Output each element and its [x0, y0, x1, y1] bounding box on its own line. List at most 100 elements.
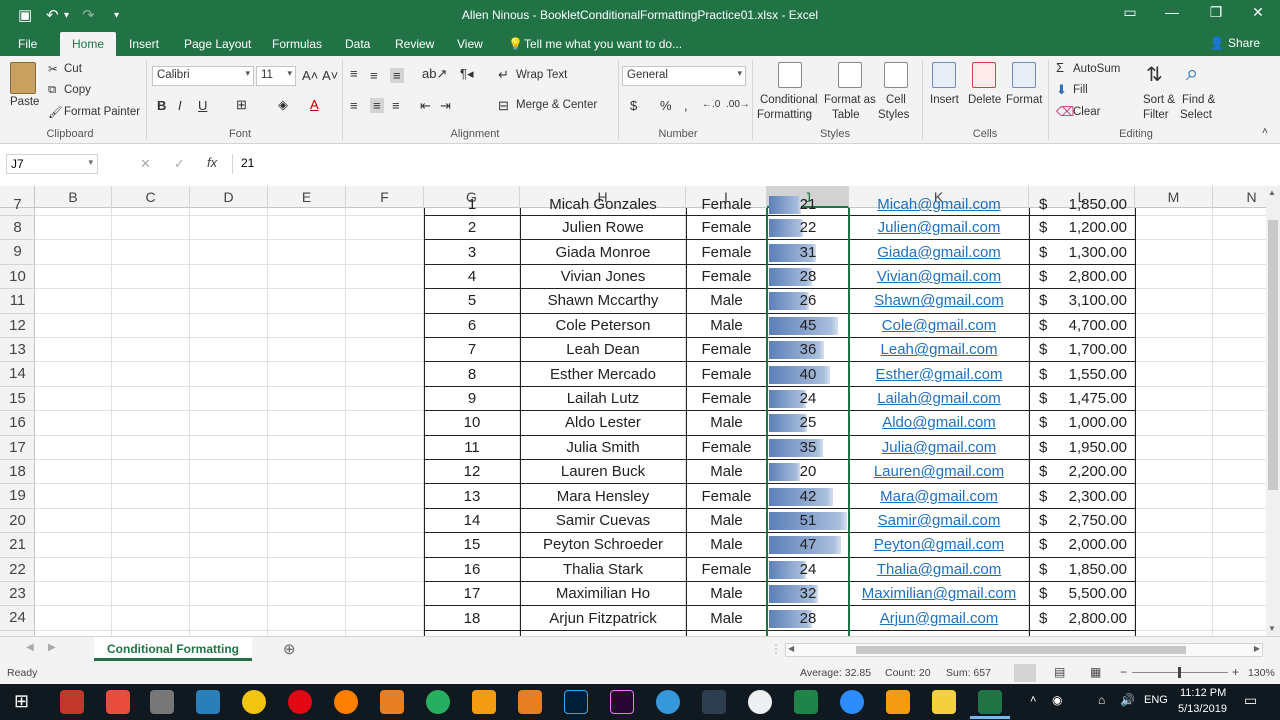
- cell-number[interactable]: 1: [424, 195, 520, 215]
- row-header[interactable]: 12: [0, 314, 35, 338]
- cell-email-link[interactable]: Leah@gmail.com: [849, 340, 1029, 360]
- cell-gender[interactable]: Male: [686, 511, 767, 531]
- font-name-select[interactable]: Calibri ▾: [152, 66, 254, 86]
- paste-icon[interactable]: [10, 62, 36, 94]
- restore-icon[interactable]: ❐: [1196, 4, 1236, 21]
- align-left-icon[interactable]: ≡: [350, 98, 358, 113]
- cell-email-link[interactable]: Lauren@gmail.com: [849, 462, 1029, 482]
- row-header[interactable]: 10: [0, 265, 35, 290]
- cell-name[interactable]: Samir Cuevas: [520, 511, 686, 531]
- percent-style-icon[interactable]: %: [660, 98, 672, 113]
- network-icon[interactable]: ⌂: [1098, 693, 1105, 707]
- clear-button[interactable]: Clear: [1073, 106, 1100, 118]
- taskbar-time[interactable]: 11:12 PM: [1180, 687, 1226, 699]
- sheet-tab-conditional-formatting[interactable]: Conditional Formatting: [94, 637, 252, 661]
- cell-name[interactable]: Shawn Mccarthy: [520, 291, 686, 311]
- align-center-icon[interactable]: ≡: [370, 98, 384, 113]
- horizontal-scrollbar[interactable]: ◀ ▶: [785, 643, 1263, 657]
- taskbar-app-icon[interactable]: [60, 690, 84, 714]
- taskbar-app-icon[interactable]: [518, 690, 542, 714]
- cell-name[interactable]: Thalia Stark: [520, 560, 686, 580]
- cell-name[interactable]: Julien Rowe: [520, 218, 686, 238]
- cell-gender[interactable]: Female: [686, 389, 767, 409]
- borders-icon[interactable]: ⊞: [236, 97, 247, 113]
- row-header[interactable]: 24: [0, 606, 35, 631]
- prev-sheet-icon[interactable]: ◀: [26, 642, 34, 653]
- bold-icon[interactable]: B: [157, 98, 166, 113]
- zoom-slider-thumb[interactable]: [1178, 667, 1181, 678]
- cell-amount[interactable]: 2,200.00: [1029, 462, 1127, 482]
- cell-gender[interactable]: Female: [686, 243, 767, 263]
- utorrent-icon[interactable]: [426, 690, 450, 714]
- calculator-icon[interactable]: [150, 690, 174, 714]
- taskbar-app-icon[interactable]: [886, 690, 910, 714]
- column-header-c[interactable]: C: [112, 186, 190, 208]
- row-header[interactable]: 9: [0, 240, 35, 265]
- top-align-icon[interactable]: ≡: [350, 66, 358, 81]
- row-header[interactable]: 19: [0, 484, 35, 509]
- cell-amount[interactable]: 5,500.00: [1029, 584, 1127, 604]
- column-header-d[interactable]: D: [190, 186, 268, 208]
- cell-name[interactable]: Peyton Schroeder: [520, 535, 686, 555]
- cell-number[interactable]: 2: [424, 218, 520, 238]
- cell-email-link[interactable]: Thalia@gmail.com: [849, 560, 1029, 580]
- vertical-scroll-thumb[interactable]: [1268, 220, 1278, 490]
- cell-email-link[interactable]: Shawn@gmail.com: [849, 291, 1029, 311]
- tab-data[interactable]: Data: [345, 37, 370, 51]
- find-select-label2[interactable]: Select: [1180, 109, 1212, 121]
- cell-amount[interactable]: 2,300.00: [1029, 487, 1127, 507]
- fill-color-icon[interactable]: ◈: [278, 97, 288, 113]
- cell-name[interactable]: Lauren Buck: [520, 462, 686, 482]
- cell-email-link[interactable]: Cole@gmail.com: [849, 316, 1029, 336]
- taskbar-app-icon[interactable]: [656, 690, 680, 714]
- cell-gender[interactable]: Male: [686, 462, 767, 482]
- opera-icon[interactable]: [288, 690, 312, 714]
- merge-center-icon[interactable]: ⊟: [498, 98, 509, 114]
- photoshop-icon[interactable]: [564, 690, 588, 714]
- orientation-icon[interactable]: ab↗: [422, 66, 447, 82]
- bottom-align-icon[interactable]: ≡: [390, 68, 404, 83]
- name-box[interactable]: J7 ▾: [6, 154, 98, 174]
- slack-icon[interactable]: [748, 690, 772, 714]
- cell-amount[interactable]: 1,850.00: [1029, 195, 1127, 215]
- cell-gender[interactable]: Female: [686, 340, 767, 360]
- format-as-table-button[interactable]: Format as: [824, 94, 876, 106]
- tab-page-layout[interactable]: Page Layout: [184, 37, 251, 51]
- font-size-select[interactable]: 11 ▾: [256, 66, 296, 86]
- cut-button[interactable]: Cut: [64, 63, 82, 75]
- cell-amount[interactable]: 3,100.00: [1029, 291, 1127, 311]
- collapse-ribbon-icon[interactable]: ˄: [1262, 126, 1268, 137]
- enter-icon[interactable]: ✓: [174, 156, 185, 172]
- cell-email-link[interactable]: Esther@gmail.com: [849, 365, 1029, 385]
- cell-email-link[interactable]: Mara@gmail.com: [849, 487, 1029, 507]
- cell-number[interactable]: 11: [424, 438, 520, 458]
- scroll-down-icon[interactable]: ▼: [1268, 624, 1276, 633]
- row-header[interactable]: 21: [0, 533, 35, 558]
- cell-amount[interactable]: 2,750.00: [1029, 511, 1127, 531]
- decrease-indent-icon[interactable]: ⇤: [420, 98, 431, 114]
- row-header[interactable]: 11: [0, 289, 35, 314]
- cell-amount[interactable]: 1,000.00: [1029, 413, 1127, 433]
- windows-start-icon[interactable]: ⊞: [14, 691, 29, 712]
- cell-name[interactable]: Julia Smith: [520, 438, 686, 458]
- column-header-e[interactable]: E: [268, 186, 346, 208]
- cell-gender[interactable]: Male: [686, 584, 767, 604]
- tray-overflow-icon[interactable]: ˄: [1030, 694, 1036, 706]
- cell-gender[interactable]: Female: [686, 487, 767, 507]
- tab-home[interactable]: Home: [60, 32, 117, 56]
- copy-button[interactable]: Copy: [64, 84, 91, 96]
- cell-amount[interactable]: 1,700.00: [1029, 340, 1127, 360]
- sheet-options-icon[interactable]: ⋮: [770, 642, 782, 656]
- cell-gender[interactable]: Female: [686, 195, 767, 215]
- horizontal-scroll-thumb[interactable]: [856, 646, 1186, 654]
- tab-review[interactable]: Review: [395, 37, 434, 51]
- cell-number[interactable]: 12: [424, 462, 520, 482]
- vertical-scrollbar[interactable]: ▲ ▼: [1266, 186, 1280, 636]
- cell-styles-label2[interactable]: Styles: [878, 109, 909, 121]
- wrap-text-button[interactable]: Wrap Text: [516, 69, 567, 81]
- cell-number[interactable]: 8: [424, 365, 520, 385]
- scroll-right-icon[interactable]: ▶: [1254, 644, 1260, 653]
- sort-filter-icon[interactable]: ⇅: [1146, 62, 1163, 87]
- conditional-formatting-button[interactable]: Conditional: [760, 94, 818, 106]
- cell-amount[interactable]: 1,200.00: [1029, 218, 1127, 238]
